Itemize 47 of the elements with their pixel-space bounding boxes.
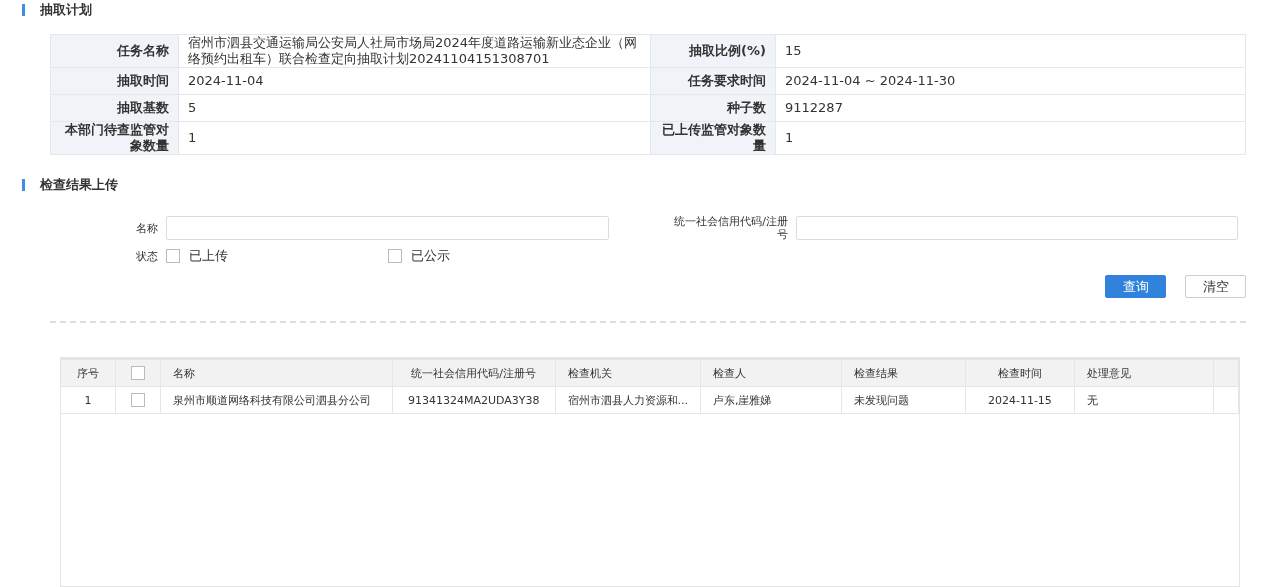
checkbox[interactable] (130, 366, 145, 380)
code-field[interactable] (796, 216, 1238, 240)
field-label: 任务名称 (50, 34, 179, 68)
section-title: 抽取计划 (40, 1, 92, 19)
column-header: 统一社会信用代码/注册号 (411, 366, 537, 380)
table-cell: 无 (1086, 393, 1098, 407)
field-label: 已上传监管对象数量 (650, 121, 776, 155)
table-cell: 1 (84, 393, 92, 407)
field-value: 1 (178, 121, 651, 155)
checkbox[interactable] (166, 249, 180, 263)
field-label: 任务要求时间 (650, 67, 776, 95)
table-cell: 宿州市泗县人力资源和... (567, 393, 688, 407)
checkbox-label: 已上传 (189, 247, 228, 265)
table-cell: 卢东,崖雅娣 (713, 393, 772, 407)
field-value: 宿州市泗县交通运输局公安局人社局市场局2024年度道路运输新业态企业（网络预约出租车）联合检查定向抽取计划20241104151308701 (178, 34, 651, 68)
column-header: 检查机关 (567, 366, 612, 380)
field-label: 抽取基数 (50, 94, 179, 122)
table-cell: 2024-11-15 (987, 393, 1052, 407)
column-header: 检查时间 (997, 366, 1042, 380)
table-cell: 91341324MA2UDA3Y38 (407, 393, 540, 407)
column-header: 检查人 (713, 366, 746, 380)
checkbox-label: 已公示 (411, 247, 450, 265)
field-value: 1 (775, 121, 1246, 155)
field-label: 种子数 (650, 94, 776, 122)
field-label: 抽取时间 (50, 67, 179, 95)
column-header: 名称 (172, 366, 195, 380)
field-value: 15 (775, 34, 1246, 68)
field-value: 9112287 (775, 94, 1246, 122)
field-value: 2024-11-04 ~ 2024-11-30 (775, 67, 1246, 95)
search-button[interactable]: 查询 (1105, 275, 1166, 298)
column-header: 检查结果 (854, 366, 899, 380)
field-value: 5 (178, 94, 651, 122)
field-label: 本部门待查监管对象数量 (50, 121, 179, 155)
column-header: 处理意见 (1086, 366, 1131, 380)
name-field[interactable] (166, 216, 609, 240)
field-label: 抽取比例(%) (650, 34, 776, 68)
section-title: 检查结果上传 (40, 176, 118, 194)
field-label: 状态 (135, 249, 159, 263)
table-cell: 未发现问题 (854, 393, 910, 407)
checkbox[interactable] (388, 249, 402, 263)
checkbox[interactable] (130, 393, 145, 407)
column-header: 序号 (76, 366, 99, 380)
field-label: 统一社会信用代码/注册号 (673, 215, 789, 241)
field-label: 名称 (135, 221, 159, 235)
field-value: 2024-11-04 (178, 67, 651, 95)
clear-button[interactable]: 清空 (1185, 275, 1246, 298)
table-cell: 泉州市顺道网络科技有限公司泗县分公司 (172, 393, 371, 407)
